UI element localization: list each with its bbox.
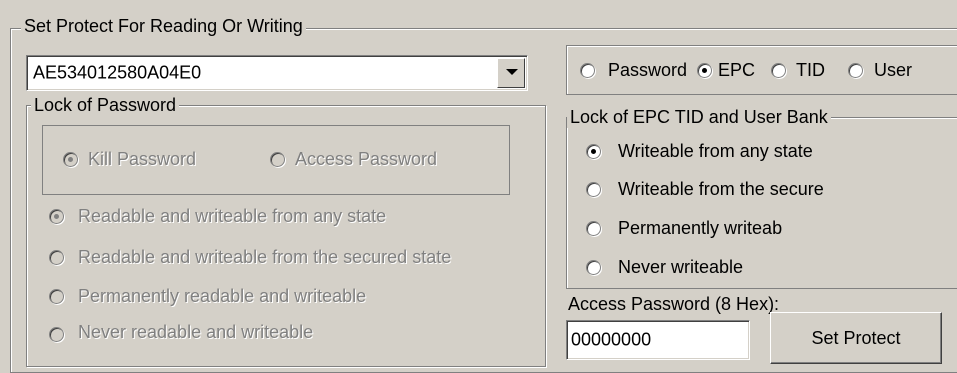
set-protect-button-label: Set Protect	[811, 328, 901, 348]
tag-epc-dropdown[interactable]: AE534012580A04E0	[26, 55, 528, 91]
bank-lock-title: Lock of EPC TID and User Bank	[567, 106, 831, 128]
set-protect-group-title: Set Protect For Reading Or Writing	[21, 15, 306, 37]
bank-user-radio[interactable]	[848, 63, 863, 78]
bank-tid-label: TID	[796, 60, 825, 80]
pw-never-label: Never readable and writeable	[78, 322, 314, 342]
bank-secure-label: Writeable from the secure	[618, 179, 824, 199]
bank-password-radio[interactable]	[580, 63, 595, 78]
bank-user-label: User	[874, 60, 913, 80]
dropdown-arrow-icon[interactable]	[497, 58, 525, 88]
pw-any-state-label: Readable and writeable from any state	[78, 206, 387, 226]
access-password-radio[interactable]	[270, 152, 285, 167]
lock-of-password-title: Lock of Password	[31, 94, 180, 116]
bank-epc-radio[interactable]	[697, 63, 712, 78]
bank-any-state-label: Writeable from any state	[618, 141, 813, 161]
tag-epc-value: AE534012580A04E0	[33, 62, 202, 83]
bank-tid-radio[interactable]	[771, 63, 786, 78]
pw-secured-state-radio[interactable]	[49, 250, 64, 265]
bank-password-label: Password	[608, 60, 688, 80]
pw-secured-state-label: Readable and writeable from the secured …	[78, 247, 452, 267]
access-password-value: 00000000	[571, 329, 652, 350]
access-password-caption: Access Password (8 Hex):	[568, 294, 780, 314]
bank-permanent-radio[interactable]	[586, 221, 601, 236]
pw-permanent-radio[interactable]	[49, 289, 64, 304]
kill-password-label: Kill Password	[88, 149, 197, 169]
pw-never-radio[interactable]	[49, 327, 64, 342]
set-protect-button[interactable]: Set Protect	[770, 312, 942, 364]
bank-epc-label: EPC	[718, 60, 756, 80]
access-password-label: Access Password	[295, 149, 438, 169]
bank-never-label: Never writeable	[618, 257, 744, 277]
bank-secure-radio[interactable]	[586, 182, 601, 197]
bank-never-radio[interactable]	[586, 260, 601, 275]
access-password-input[interactable]: 00000000	[566, 320, 750, 360]
bank-permanent-label: Permanently writeab	[618, 218, 783, 238]
kill-password-radio[interactable]	[63, 152, 78, 167]
pw-permanent-label: Permanently readable and writeable	[78, 286, 367, 306]
pw-any-state-radio[interactable]	[49, 209, 64, 224]
bank-any-state-radio[interactable]	[586, 144, 601, 159]
